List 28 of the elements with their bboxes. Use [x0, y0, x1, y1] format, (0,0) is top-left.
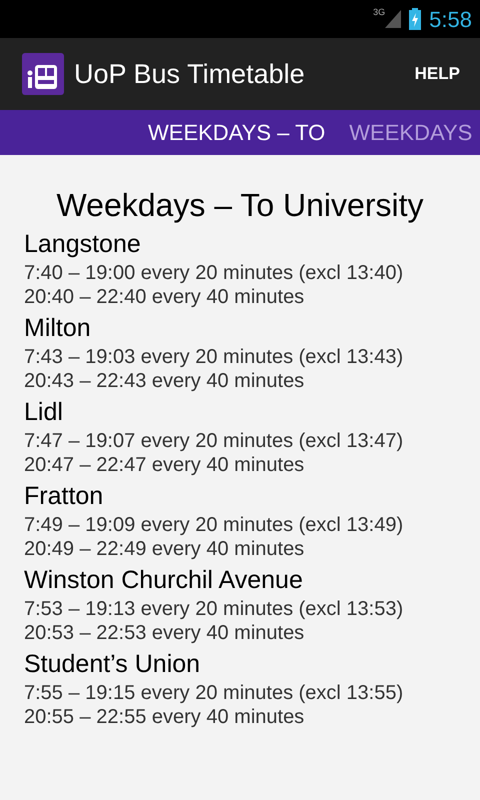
signal-icon [385, 10, 402, 28]
network-type: 3G [373, 6, 386, 19]
stop-name: Fratton [24, 481, 104, 512]
time-line: 7:53 – 19:13 every 20 minutes (excl 13:53) [24, 597, 404, 621]
stop-name: Winston Churchil Avenue [24, 565, 304, 596]
stop-name: Lidl [24, 397, 64, 428]
time-line: 20:47 – 22:47 every 40 minutes [24, 453, 306, 477]
time-line: 7:49 – 19:09 every 20 minutes (excl 13:49) [24, 513, 404, 537]
clock: 5:58 [429, 6, 472, 34]
time-line: 20:40 – 22:40 every 40 minutes [24, 285, 306, 309]
bus-icon [22, 53, 64, 95]
tab[interactable]: WEEKDAYS – TO [148, 116, 326, 149]
help-button[interactable]: HELP [414, 61, 460, 87]
stop-name: Langstone [24, 229, 142, 260]
time-line: 20:53 – 22:53 every 40 minutes [24, 621, 306, 645]
time-line: 7:47 – 19:07 every 20 minutes (excl 13:47) [24, 429, 404, 453]
stop-name: Milton [24, 313, 92, 344]
time-line: 7:55 – 19:15 every 20 minutes (excl 13:55) [24, 681, 404, 705]
time-line: 20:49 – 22:49 every 40 minutes [24, 537, 306, 561]
app-title: UoP Bus Timetable [74, 58, 305, 91]
time-line: 20:55 – 22:55 every 40 minutes [24, 705, 306, 729]
time-line: 7:43 – 19:03 every 20 minutes (excl 13:43) [24, 345, 404, 369]
tab[interactable]: WEEKDAYS [349, 116, 472, 149]
stop-name: Student’s Union [24, 649, 202, 680]
page-heading: Weekdays – To University [56, 186, 424, 225]
battery-charging-icon [409, 8, 422, 30]
time-line: 7:40 – 19:00 every 20 minutes (excl 13:40) [24, 261, 404, 285]
time-line: 20:43 – 22:43 every 40 minutes [24, 369, 306, 393]
